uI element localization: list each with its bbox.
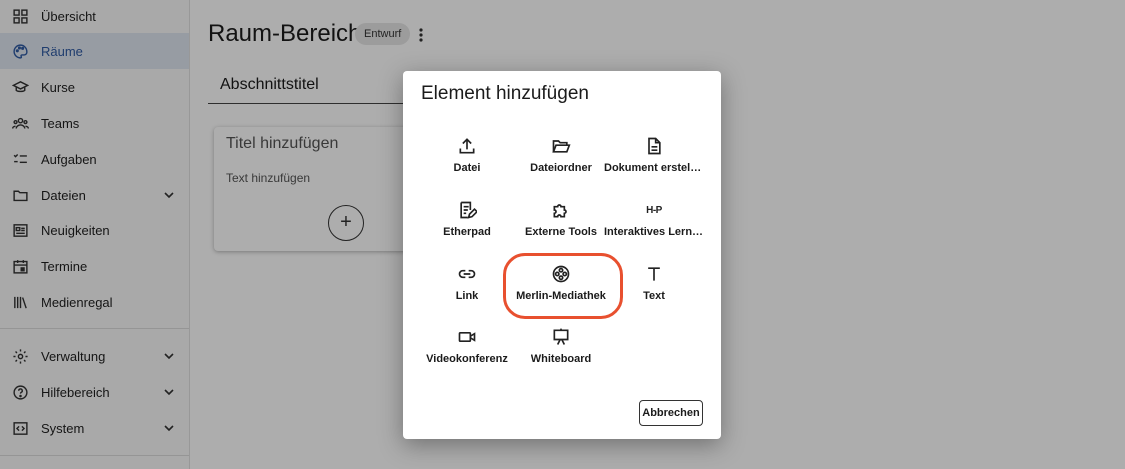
link-icon: [457, 264, 477, 284]
h5p-icon-text: H-P: [646, 204, 662, 216]
etherpad-icon: [457, 200, 477, 220]
element-option-label: Etherpad: [443, 226, 491, 238]
puzzle-icon: [551, 200, 571, 220]
element-option-label: Datei: [453, 162, 481, 174]
element-option-interactive-learning[interactable]: H-P Interaktives Lernelement: [598, 198, 710, 252]
highlight-annotation: [503, 253, 623, 319]
element-option-label: Dateiordner: [530, 162, 592, 174]
element-option-label: Text: [643, 290, 665, 302]
h5p-icon: H-P: [644, 200, 664, 220]
element-option-whiteboard[interactable]: Whiteboard: [505, 325, 617, 379]
element-option-label: Link: [455, 290, 479, 302]
presentation-board-icon: [551, 327, 571, 347]
text-icon: [644, 264, 664, 284]
document-icon: [644, 136, 664, 156]
cancel-button[interactable]: Abbrechen: [639, 400, 703, 426]
dialog-title: Element hinzufügen: [421, 83, 589, 104]
folder-open-icon: [551, 136, 571, 156]
upload-icon: [457, 136, 477, 156]
element-option-document[interactable]: Dokument erstellen: [598, 134, 710, 188]
video-camera-icon: [457, 327, 477, 347]
element-option-label: Interaktives Lernelement: [604, 226, 704, 238]
element-option-label: Whiteboard: [530, 353, 592, 365]
element-option-label: Externe Tools: [525, 226, 597, 238]
element-option-label: Videokonferenz: [426, 353, 508, 365]
add-element-dialog: Element hinzufügen Datei Dateiordner Dok…: [403, 71, 721, 439]
element-option-label: Dokument erstellen: [604, 162, 704, 174]
